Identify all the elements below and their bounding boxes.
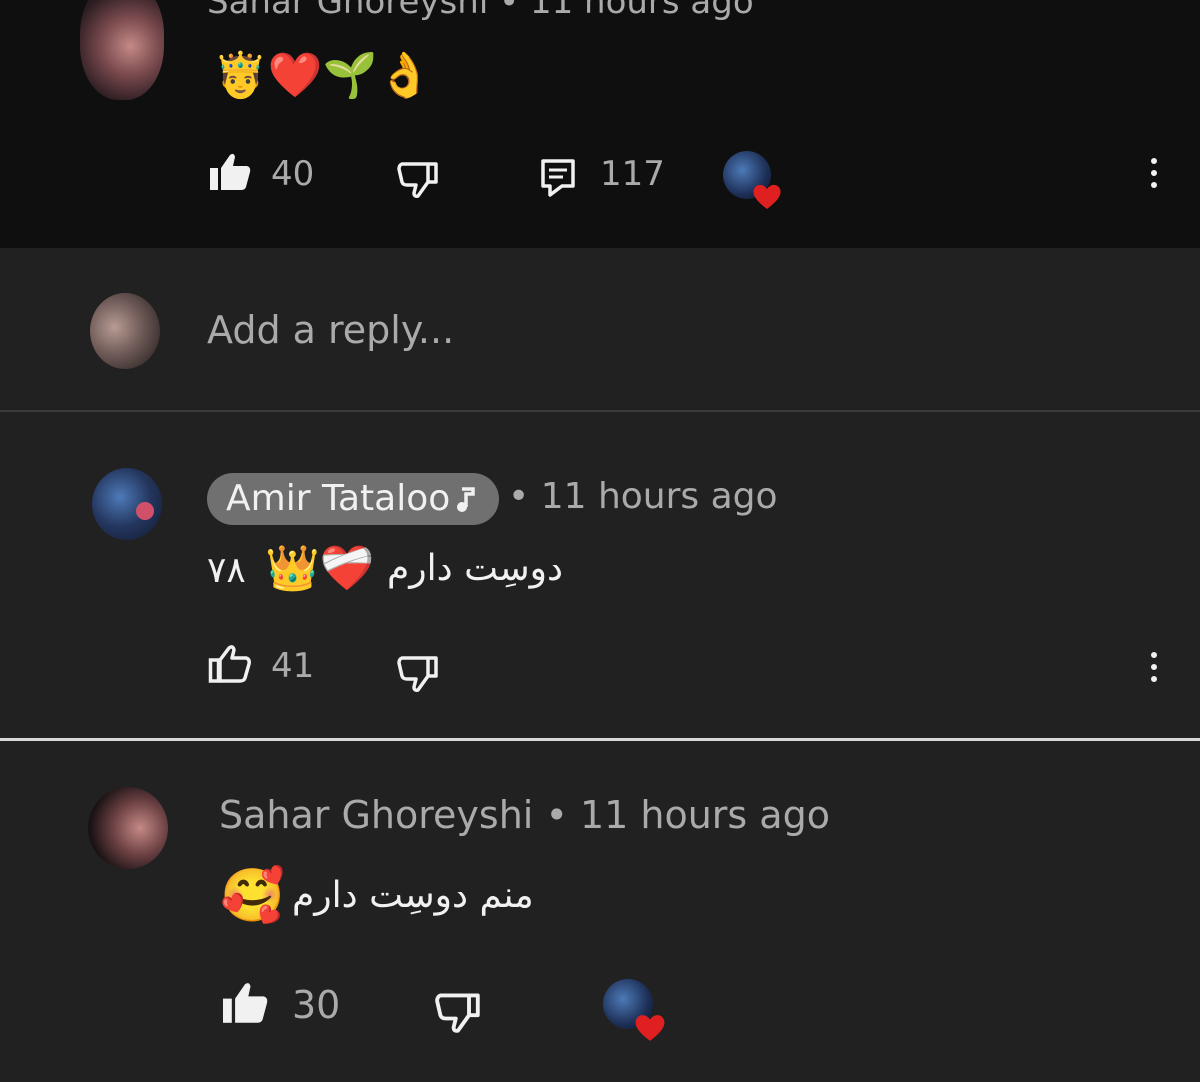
avatar[interactable] (88, 787, 168, 869)
author-name[interactable]: Sahar Ghoreyshi (207, 0, 488, 22)
creator-heart (603, 979, 671, 1047)
more-options-icon[interactable] (1149, 652, 1159, 692)
creator-heart (723, 151, 787, 215)
comment-text: 🤴❤️🌱👌 (213, 50, 433, 101)
creator-badge[interactable]: Amir Tataloo (207, 473, 499, 525)
reply-comment: Amir Tataloo • 11 hours ago ٧٨ 👑❤️‍🩹 دوس… (0, 412, 1200, 738)
thumbs-up-filled-icon[interactable] (208, 152, 252, 192)
like-count: 41 (271, 646, 315, 686)
comment-emoji: 👑❤️‍🩹 (265, 543, 375, 594)
comment-number: ٧٨ (207, 550, 246, 591)
comment-text: ٧٨ 👑❤️‍🩹 دوسِت دارم (207, 542, 567, 602)
reply-comment: Sahar Ghoreyshi • 11 hours ago 🥰 منم دوس… (0, 741, 1200, 1082)
thumbs-up-filled-icon[interactable] (220, 981, 270, 1025)
user-avatar (90, 293, 160, 369)
comment-text: 🥰 منم دوسِت دارم (220, 865, 580, 929)
avatar[interactable] (80, 0, 164, 100)
author-name: Amir Tataloo (226, 478, 451, 519)
like-count: 40 (271, 154, 315, 194)
thumbs-down-icon[interactable] (433, 991, 483, 1035)
comment-meta: Sahar Ghoreyshi • 11 hours ago (207, 0, 754, 22)
avatar-heart (136, 502, 154, 520)
timestamp: 11 hours ago (529, 0, 754, 22)
comment-meta: Sahar Ghoreyshi • 11 hours ago (219, 793, 830, 837)
comment-meta: • 11 hours ago (508, 476, 778, 517)
timestamp[interactable]: 11 hours ago (580, 793, 830, 837)
music-note-icon (457, 487, 475, 512)
separator-dot: • (499, 0, 530, 22)
separator-dot: • (545, 793, 580, 837)
thumbs-down-icon[interactable] (396, 654, 440, 694)
reply-count[interactable]: 117 (600, 154, 665, 194)
like-count: 30 (292, 983, 341, 1027)
author-name[interactable]: Sahar Ghoreyshi (219, 793, 533, 837)
separator-dot: • (508, 476, 541, 517)
reply-input[interactable]: Add a reply... (207, 308, 454, 352)
heart-icon (635, 1015, 665, 1041)
reply-icon[interactable] (540, 158, 576, 198)
timestamp: 11 hours ago (540, 476, 778, 517)
comment-farsi: دوسِت دارم (387, 548, 564, 589)
more-options-icon[interactable] (1149, 158, 1159, 198)
top-comment: Sahar Ghoreyshi • 11 hours ago 🤴❤️🌱👌 40 … (0, 0, 1200, 248)
thumbs-up-icon[interactable] (208, 644, 252, 684)
avatar[interactable] (92, 468, 162, 540)
comment-emoji: 🥰 (220, 866, 285, 926)
heart-icon (753, 184, 781, 209)
thumbs-down-icon[interactable] (396, 160, 440, 200)
reply-composer: Add a reply... (0, 248, 1200, 410)
comment-farsi: منم دوسِت دارم (292, 875, 534, 916)
